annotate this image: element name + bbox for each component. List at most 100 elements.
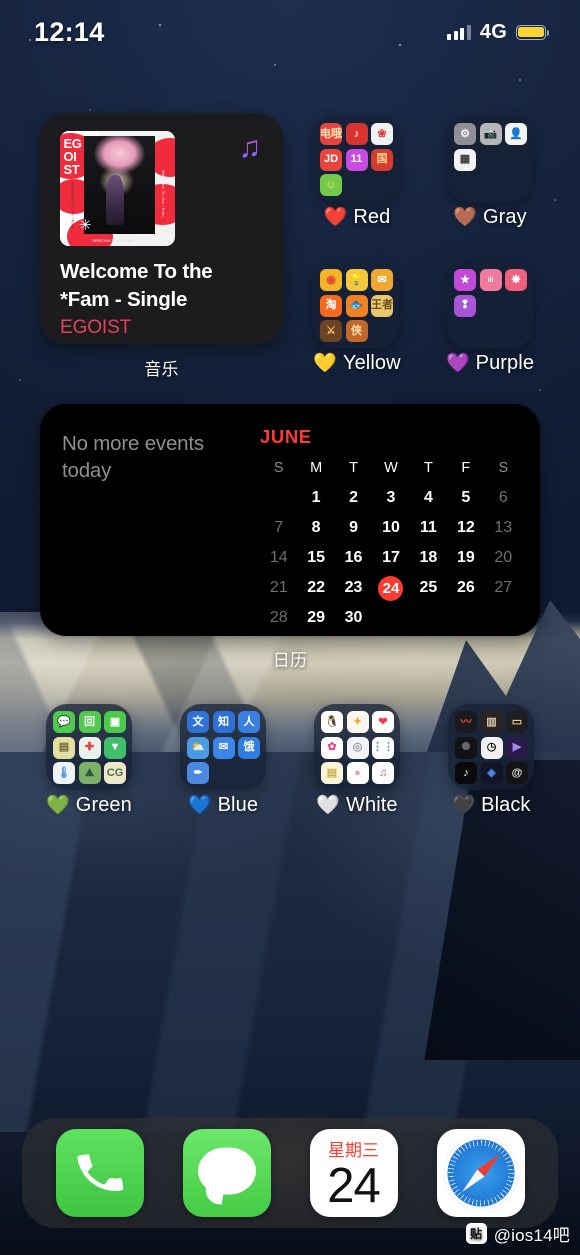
rainbow-emoji-app-icon[interactable]: ☺ <box>320 174 342 196</box>
game-app-icon-1[interactable]: ⚔ <box>320 320 342 342</box>
shortcuts-icon[interactable]: ✦ <box>346 711 369 733</box>
photos-icon[interactable]: ✿ <box>321 736 343 759</box>
weibo-icon[interactable]: ◉ <box>320 269 342 291</box>
xianyu-icon[interactable]: 🐟 <box>345 294 368 317</box>
calendar-day-20[interactable]: 20 <box>485 546 522 570</box>
landscape-app-icon[interactable]: ⛰ <box>78 762 101 784</box>
calendar-day-30[interactable]: 30 <box>335 606 372 630</box>
music-widget[interactable]: ✳ EG OI ST Welcome To the *Fam Welcome T… <box>40 113 283 344</box>
netease-cloud-music-icon[interactable]: 电哦 <box>320 123 342 145</box>
folder-black[interactable]: 〰 ▥ ▭ ✺ ◷ ▶ ♪ ◈ @ <box>448 704 534 790</box>
camera-icon[interactable]: 📷 <box>479 123 502 145</box>
calendar-day-16[interactable]: 16 <box>335 546 372 570</box>
safari-app-icon[interactable] <box>436 1129 525 1217</box>
folder-white[interactable]: 🐧 ✦ ❤ ✿ ◎ ⋮⋮ ▤ ● ♫ <box>314 704 400 790</box>
calendar-day-18[interactable]: 18 <box>410 546 447 570</box>
calendar-day-24[interactable]: 24 <box>372 576 409 601</box>
settings-icon[interactable]: ⚙ <box>454 123 476 145</box>
calendar-day-9[interactable]: 9 <box>335 516 372 540</box>
wechat-icon[interactable]: 💬 <box>53 711 75 733</box>
folder-purple[interactable]: ★ ili ❋ ❢ <box>447 262 533 348</box>
red-flower-app-icon[interactable]: ❀ <box>371 123 393 145</box>
star-app-icon[interactable]: ★ <box>454 269 476 291</box>
calendar-day-26[interactable]: 26 <box>447 576 484 600</box>
settings-list-icon[interactable]: ⋮⋮ <box>372 736 394 759</box>
video-app-icon[interactable]: ▶ <box>506 736 528 759</box>
folder-gray[interactable]: ⚙ 📷 👤 ▦ <box>447 116 533 202</box>
green-tool-icon[interactable]: ✚ <box>78 736 101 759</box>
apple-music-icon[interactable]: ♫ <box>372 762 394 784</box>
folder-yellow[interactable]: ◉ 💡 ✉ 淘 🐟 王者 ⚔ 侠 <box>313 262 399 348</box>
notes-green-icon[interactable]: ▤ <box>53 736 75 759</box>
calendar-day-15[interactable]: 15 <box>297 546 334 570</box>
calendar-day-4[interactable]: 4 <box>410 486 447 510</box>
netease-music-icon[interactable]: ♪ <box>345 123 368 145</box>
green-app-icon[interactable]: ▼ <box>104 736 126 759</box>
bilibili-icon[interactable]: ili <box>479 269 502 291</box>
translate-icon[interactable]: 人 <box>238 711 260 733</box>
app-store-icon[interactable]: ◎ <box>346 736 369 759</box>
qq-green-icon[interactable]: 回 <box>78 711 101 733</box>
calendar-day-19[interactable]: 19 <box>447 546 484 570</box>
cg-app-icon[interactable]: CG <box>104 762 126 784</box>
voice-memos-icon[interactable]: 〰 <box>455 711 477 733</box>
facetime-icon[interactable]: ▣ <box>104 711 126 733</box>
calendar-day-17[interactable]: 17 <box>372 546 409 570</box>
calendar-widget[interactable]: No more events today JUNE SMTWTFS.123456… <box>40 404 540 636</box>
calendar-day-13[interactable]: 13 <box>485 516 522 540</box>
calendar-day-14[interactable]: 14 <box>260 546 297 570</box>
threads-icon[interactable]: @ <box>506 762 528 784</box>
pen-app-icon[interactable]: ✒ <box>187 762 209 784</box>
lightbulb-app-icon[interactable]: 💡 <box>345 269 368 291</box>
tmall-rainbow-icon[interactable]: 11 <box>345 148 368 171</box>
calendar-day-28[interactable]: 28 <box>260 606 297 630</box>
jd-app-icon[interactable]: JD <box>320 148 342 171</box>
calendar-day-25[interactable]: 25 <box>410 576 447 600</box>
flower-app-icon[interactable]: ❋ <box>505 269 527 291</box>
zhihu-icon[interactable]: 知 <box>212 711 235 733</box>
piano-app-icon[interactable]: ▥ <box>480 711 503 733</box>
calendar-app-icon[interactable]: 星期三 24 <box>309 1129 398 1217</box>
calendar-day-21[interactable]: 21 <box>260 576 297 600</box>
folder-red[interactable]: 电哦 ♪ ❀ JD 11 国 ☺ <box>313 116 399 202</box>
game-app-icon-2[interactable]: 侠 <box>345 320 368 342</box>
phone-app-icon[interactable] <box>55 1129 144 1217</box>
contacts-icon[interactable]: 👤 <box>505 123 527 145</box>
calendar-day-7[interactable]: 7 <box>260 516 297 540</box>
calendar-day-12[interactable]: 12 <box>447 516 484 540</box>
wallet-icon[interactable]: ▭ <box>506 711 528 733</box>
calendar-day-3[interactable]: 3 <box>372 486 409 510</box>
mail-blue-icon[interactable]: ✉ <box>212 736 235 759</box>
wenyan-app-icon[interactable]: 文 <box>187 711 209 733</box>
health-heart-icon[interactable]: ❤ <box>372 711 394 733</box>
calendar-day-1[interactable]: 1 <box>297 486 334 510</box>
sphere-app-icon[interactable]: ● <box>346 762 369 784</box>
mail-icon[interactable]: ✉ <box>371 269 393 291</box>
calendar-day-2[interactable]: 2 <box>335 486 372 510</box>
calendar-day-8[interactable]: 8 <box>297 516 334 540</box>
weather-icon[interactable]: ⛅ <box>187 736 209 759</box>
dark-app-icon[interactable]: ✺ <box>455 736 477 759</box>
qq-icon[interactable]: 🐧 <box>321 711 343 733</box>
messages-app-icon[interactable] <box>182 1129 271 1217</box>
shazam-icon[interactable]: ◈ <box>480 762 503 784</box>
twitch-icon[interactable]: ❢ <box>454 294 476 317</box>
calendar-day-29[interactable]: 29 <box>297 606 334 630</box>
calendar-day-23[interactable]: 23 <box>335 576 372 600</box>
calculator-icon[interactable]: ▦ <box>454 148 476 171</box>
tiktok-icon[interactable]: ♪ <box>455 762 477 784</box>
health-icon[interactable]: 🌡 <box>53 762 75 784</box>
calendar-day-27[interactable]: 27 <box>485 576 522 600</box>
folder-green[interactable]: 💬 回 ▣ ▤ ✚ ▼ 🌡 ⛰ CG <box>46 704 132 790</box>
notes-icon[interactable]: ▤ <box>321 762 343 784</box>
folder-blue[interactable]: 文知人 ⛅ ✉ 饿 ✒ <box>180 704 266 790</box>
ele-icon[interactable]: 饿 <box>238 736 260 759</box>
calendar-day-5[interactable]: 5 <box>447 486 484 510</box>
calendar-day-22[interactable]: 22 <box>297 576 334 600</box>
yellow-game-icon[interactable]: 王者 <box>371 294 393 317</box>
calendar-day-11[interactable]: 11 <box>410 516 447 540</box>
clock-icon[interactable]: ◷ <box>480 736 503 759</box>
china-red-app-icon[interactable]: 国 <box>371 148 393 171</box>
calendar-day-10[interactable]: 10 <box>372 516 409 540</box>
calendar-day-6[interactable]: 6 <box>485 486 522 510</box>
